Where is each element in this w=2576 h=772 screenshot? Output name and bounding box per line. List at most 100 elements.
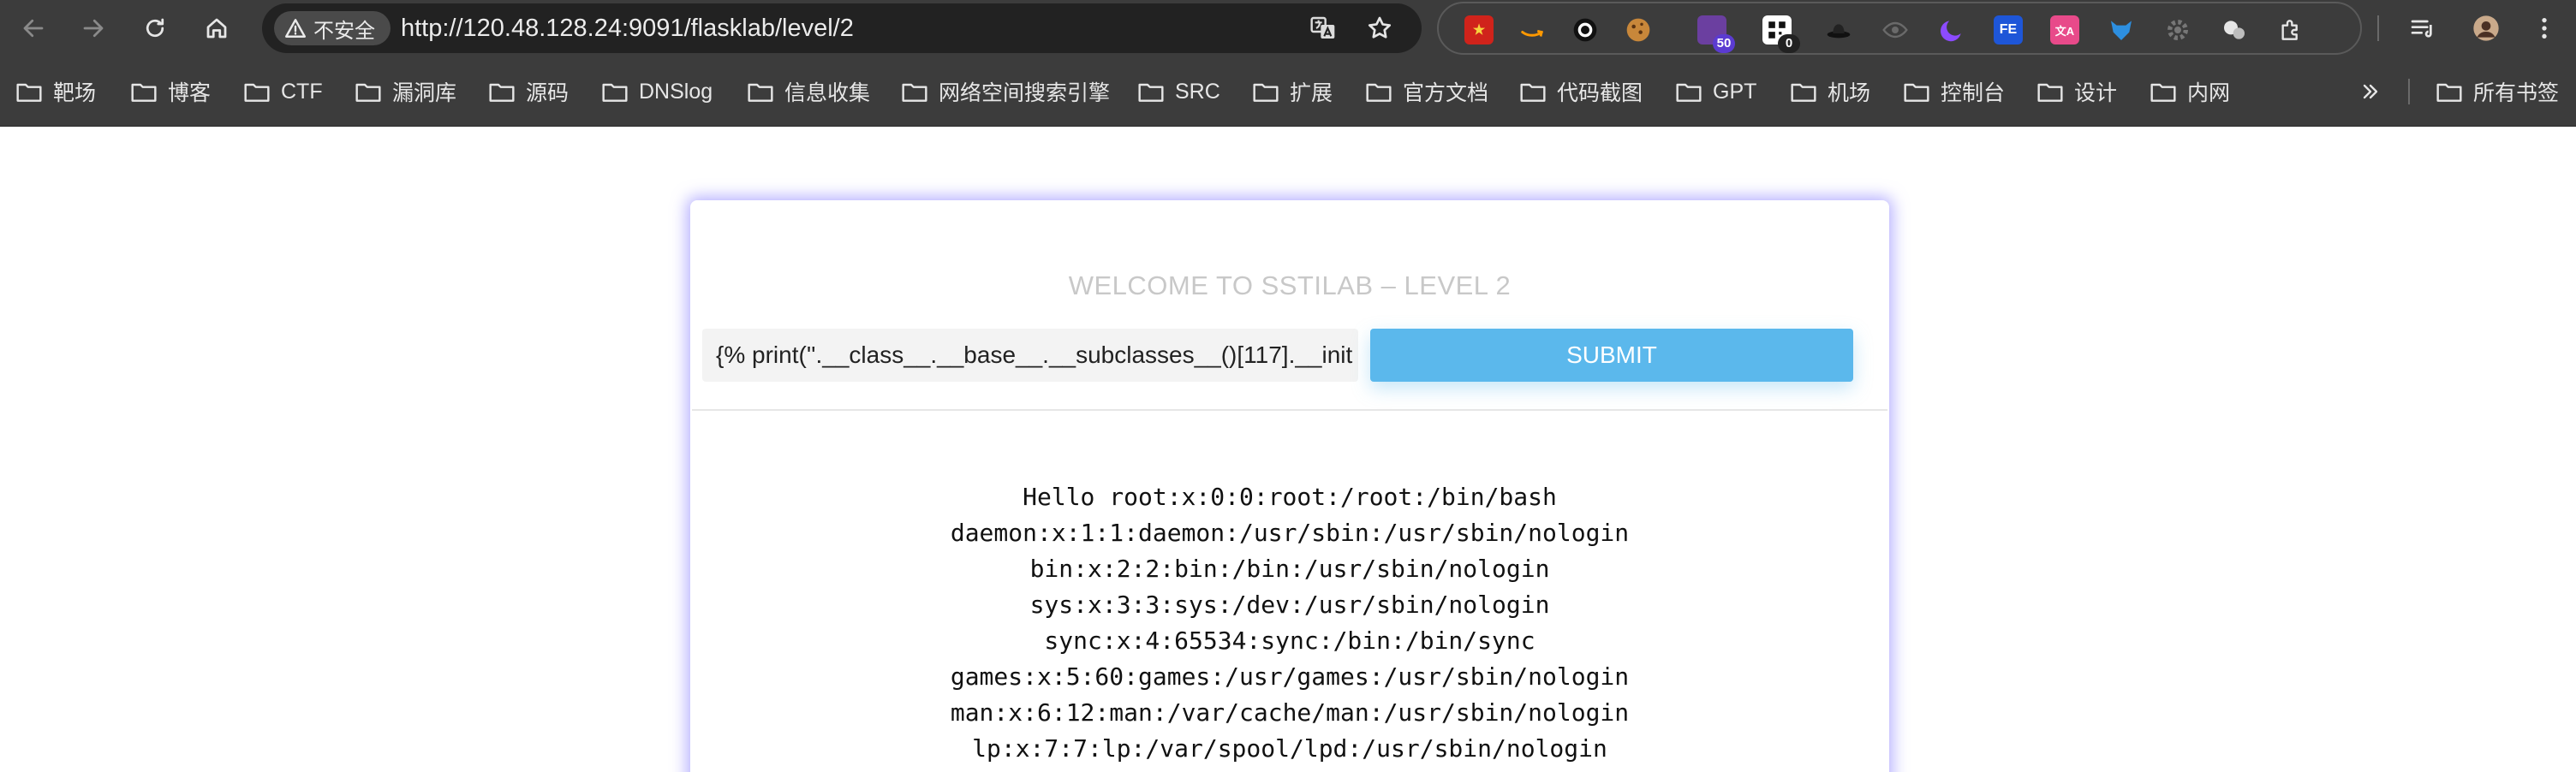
bookmark-folder[interactable]: 控制台 — [1903, 56, 2005, 127]
bookmarks-overflow-button[interactable] — [2357, 56, 2394, 127]
bookmark-folder[interactable]: GPT — [1675, 56, 1756, 127]
output-line: daemon:x:1:1:daemon:/usr/sbin:/usr/sbin/… — [950, 519, 1630, 547]
bookmark-label: 信息收集 — [784, 81, 871, 105]
bookmark-folder[interactable]: DNSlog — [601, 56, 713, 127]
bookmark-label: 控制台 — [1941, 81, 2006, 105]
translate-icon — [1310, 16, 1335, 39]
folder-icon — [1366, 83, 1392, 102]
all-bookmarks-folder[interactable]: 所有书签 — [2436, 56, 2559, 127]
payload-input[interactable]: {% print(''.__class__.__base__.__subclas… — [702, 329, 1358, 382]
translate-button[interactable] — [1309, 14, 1338, 43]
bookmark-folder[interactable]: 漏洞库 — [355, 56, 456, 127]
page-title: WELCOME TO SSTILAB – LEVEL 2 — [1068, 270, 1512, 300]
bookmark-label: 扩展 — [1290, 81, 1333, 105]
arrow-left-icon — [23, 19, 44, 38]
bookmark-label: 所有书签 — [2473, 81, 2560, 105]
bookmark-folder[interactable]: 博客 — [130, 56, 211, 127]
puzzle-extensions-menu-icon[interactable] — [2276, 15, 2305, 45]
folder-icon — [902, 83, 927, 102]
url-text[interactable]: http://120.48.128.24:9091/flasklab/level… — [401, 3, 854, 53]
bookmark-folder[interactable]: CTF — [243, 56, 323, 127]
bookmark-folder[interactable]: 机场 — [1790, 56, 1870, 127]
output-line: bin:x:2:2:bin:/bin:/usr/sbin/nologin — [1029, 555, 1550, 583]
reload-button[interactable] — [135, 9, 175, 48]
bookmark-folder[interactable]: 信息收集 — [747, 56, 870, 127]
bookmark-folder[interactable]: 靶场 — [15, 56, 96, 127]
folder-icon — [1520, 83, 1546, 102]
folder-icon — [244, 83, 270, 102]
bookmark-label: 代码截图 — [1557, 81, 1643, 105]
fe-extension-icon[interactable]: FE — [1994, 15, 2023, 45]
folder-icon — [489, 83, 515, 102]
star-icon — [1368, 16, 1392, 39]
gear-extension-icon[interactable] — [2163, 15, 2192, 45]
folder-icon — [1791, 83, 1816, 102]
bookmark-folder[interactable]: 内网 — [2150, 56, 2230, 127]
china-flag-extension-icon[interactable]: ★ — [1464, 15, 1494, 45]
bookmark-folder[interactable]: 设计 — [2036, 56, 2117, 127]
qr-extension-icon[interactable]: 0 — [1762, 15, 1800, 53]
bookmark-label: GPT — [1713, 79, 1757, 104]
address-bar[interactable]: 不安全 http://120.48.128.24:9091/flasklab/l… — [262, 3, 1422, 53]
output-line: sys:x:3:3:sys:/dev:/usr/sbin/nologin — [1029, 591, 1550, 619]
bookmark-label: 官方文档 — [1403, 81, 1489, 105]
bookmark-label: 网络空间搜索引擎 — [939, 81, 1111, 105]
bookmark-folder[interactable]: SRC — [1137, 56, 1220, 127]
bookmark-label: 源码 — [526, 81, 569, 105]
bookmark-folder[interactable]: 网络空间搜索引擎 — [901, 56, 1110, 127]
back-button[interactable] — [14, 9, 53, 48]
bookmark-label: 设计 — [2074, 81, 2118, 105]
bookmark-label: CTF — [281, 79, 323, 104]
home-icon — [206, 18, 227, 39]
avatar-icon — [2473, 15, 2499, 41]
folder-icon — [355, 83, 381, 102]
bookmark-folder[interactable]: 源码 — [488, 56, 569, 127]
cookie-extension-icon[interactable] — [1624, 15, 1653, 45]
submit-button[interactable]: SUBMIT — [1370, 329, 1853, 382]
folder-icon — [1904, 83, 1929, 102]
forward-button[interactable] — [74, 9, 113, 48]
divider — [692, 409, 1887, 411]
hat-extension-icon[interactable] — [1824, 15, 1853, 45]
output-line: sync:x:4:65534:sync:/bin:/bin/sync — [1044, 627, 1535, 655]
folder-icon — [1253, 83, 1279, 102]
folder-icon — [748, 83, 773, 102]
fox-extension-icon[interactable] — [2107, 15, 2136, 45]
security-chip[interactable]: 不安全 — [274, 11, 391, 45]
bookmarks-bar: 靶场 博客 CTF 漏洞库 源码 DNSlog 信息收集 网络空间搜索引擎 SR… — [0, 56, 2576, 127]
bookmark-label: DNSlog — [639, 79, 713, 104]
home-button[interactable] — [197, 9, 236, 48]
folder-icon — [2436, 83, 2462, 102]
moon-extension-icon[interactable] — [1937, 15, 1966, 45]
wappalyzer-extension-icon[interactable]: 50 — [1697, 15, 1735, 53]
bookmark-folder[interactable]: 代码截图 — [1519, 56, 1643, 127]
reading-list-button[interactable] — [2405, 10, 2441, 46]
warning-icon — [284, 19, 307, 38]
reload-icon — [146, 18, 164, 38]
extensions-group: ★ 50 0 FE 文A — [1437, 2, 2362, 55]
bookmark-label: 靶场 — [53, 81, 97, 105]
circle-extension-icon[interactable] — [1571, 15, 1600, 45]
output-text: Hello root:x:0:0:root:/root:/bin/bash da… — [692, 479, 1887, 767]
amazon-extension-icon[interactable] — [1518, 15, 1547, 45]
bookmark-label: 内网 — [2187, 81, 2231, 105]
browser-menu-button[interactable] — [2526, 10, 2562, 46]
eye-extension-icon[interactable] — [1881, 15, 1910, 45]
output-line: games:x:5:60:games:/usr/games:/usr/sbin/… — [950, 662, 1630, 691]
bookmark-star-button[interactable] — [1365, 14, 1394, 43]
bookmark-label: 机场 — [1828, 81, 1871, 105]
profile-avatar[interactable] — [2468, 10, 2504, 46]
folder-icon — [2150, 83, 2176, 102]
bookmark-folder[interactable]: 官方文档 — [1365, 56, 1488, 127]
bookmark-label: 漏洞库 — [392, 81, 457, 105]
playlist-icon — [2411, 20, 2432, 38]
chat-extension-icon[interactable] — [2220, 15, 2249, 45]
more-vertical-icon — [2542, 18, 2547, 39]
extension-badge: 0 — [1778, 34, 1800, 53]
bookmarks-divider — [2408, 79, 2410, 104]
bookmark-folder[interactable]: 扩展 — [1252, 56, 1333, 127]
translator-extension-icon[interactable]: 文A — [2050, 15, 2079, 45]
folder-icon — [602, 83, 628, 102]
extension-badge: 50 — [1713, 34, 1735, 53]
chevron-double-right-icon — [2363, 84, 2378, 99]
